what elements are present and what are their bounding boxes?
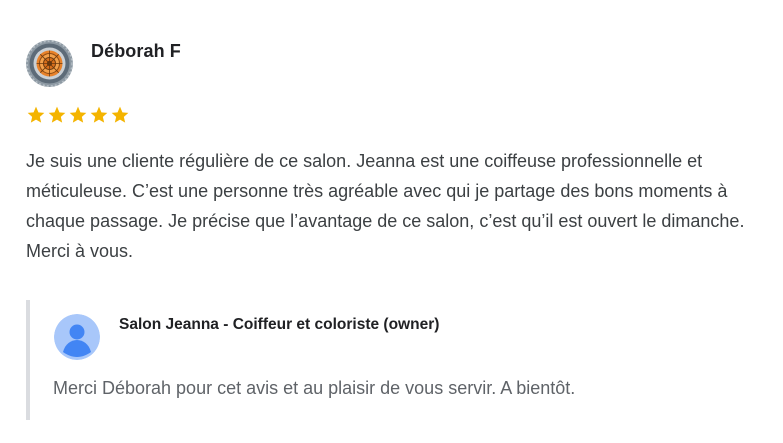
mandala-avatar-icon [26,40,73,87]
review-card: Déborah F Je suis une cliente régulière … [0,0,783,443]
star-icon [27,106,45,123]
owner-avatar [54,314,100,360]
review-text: Je suis une cliente régulière de ce salo… [26,151,745,261]
star-rating [26,105,130,125]
reviewer-avatar[interactable] [26,40,73,87]
reviewer-name[interactable]: Déborah F [91,41,181,62]
owner-reply: Salon Jeanna - Coiffeur et coloriste (ow… [26,300,770,420]
person-icon [54,314,100,360]
owner-reply-text: Merci Déborah pour cet avis et au plaisi… [53,378,576,398]
star-icon [90,106,108,123]
owner-name: Salon Jeanna - Coiffeur et coloriste (ow… [119,316,440,333]
star-icon [69,106,87,123]
star-icon [111,106,129,123]
star-icon [48,106,66,123]
